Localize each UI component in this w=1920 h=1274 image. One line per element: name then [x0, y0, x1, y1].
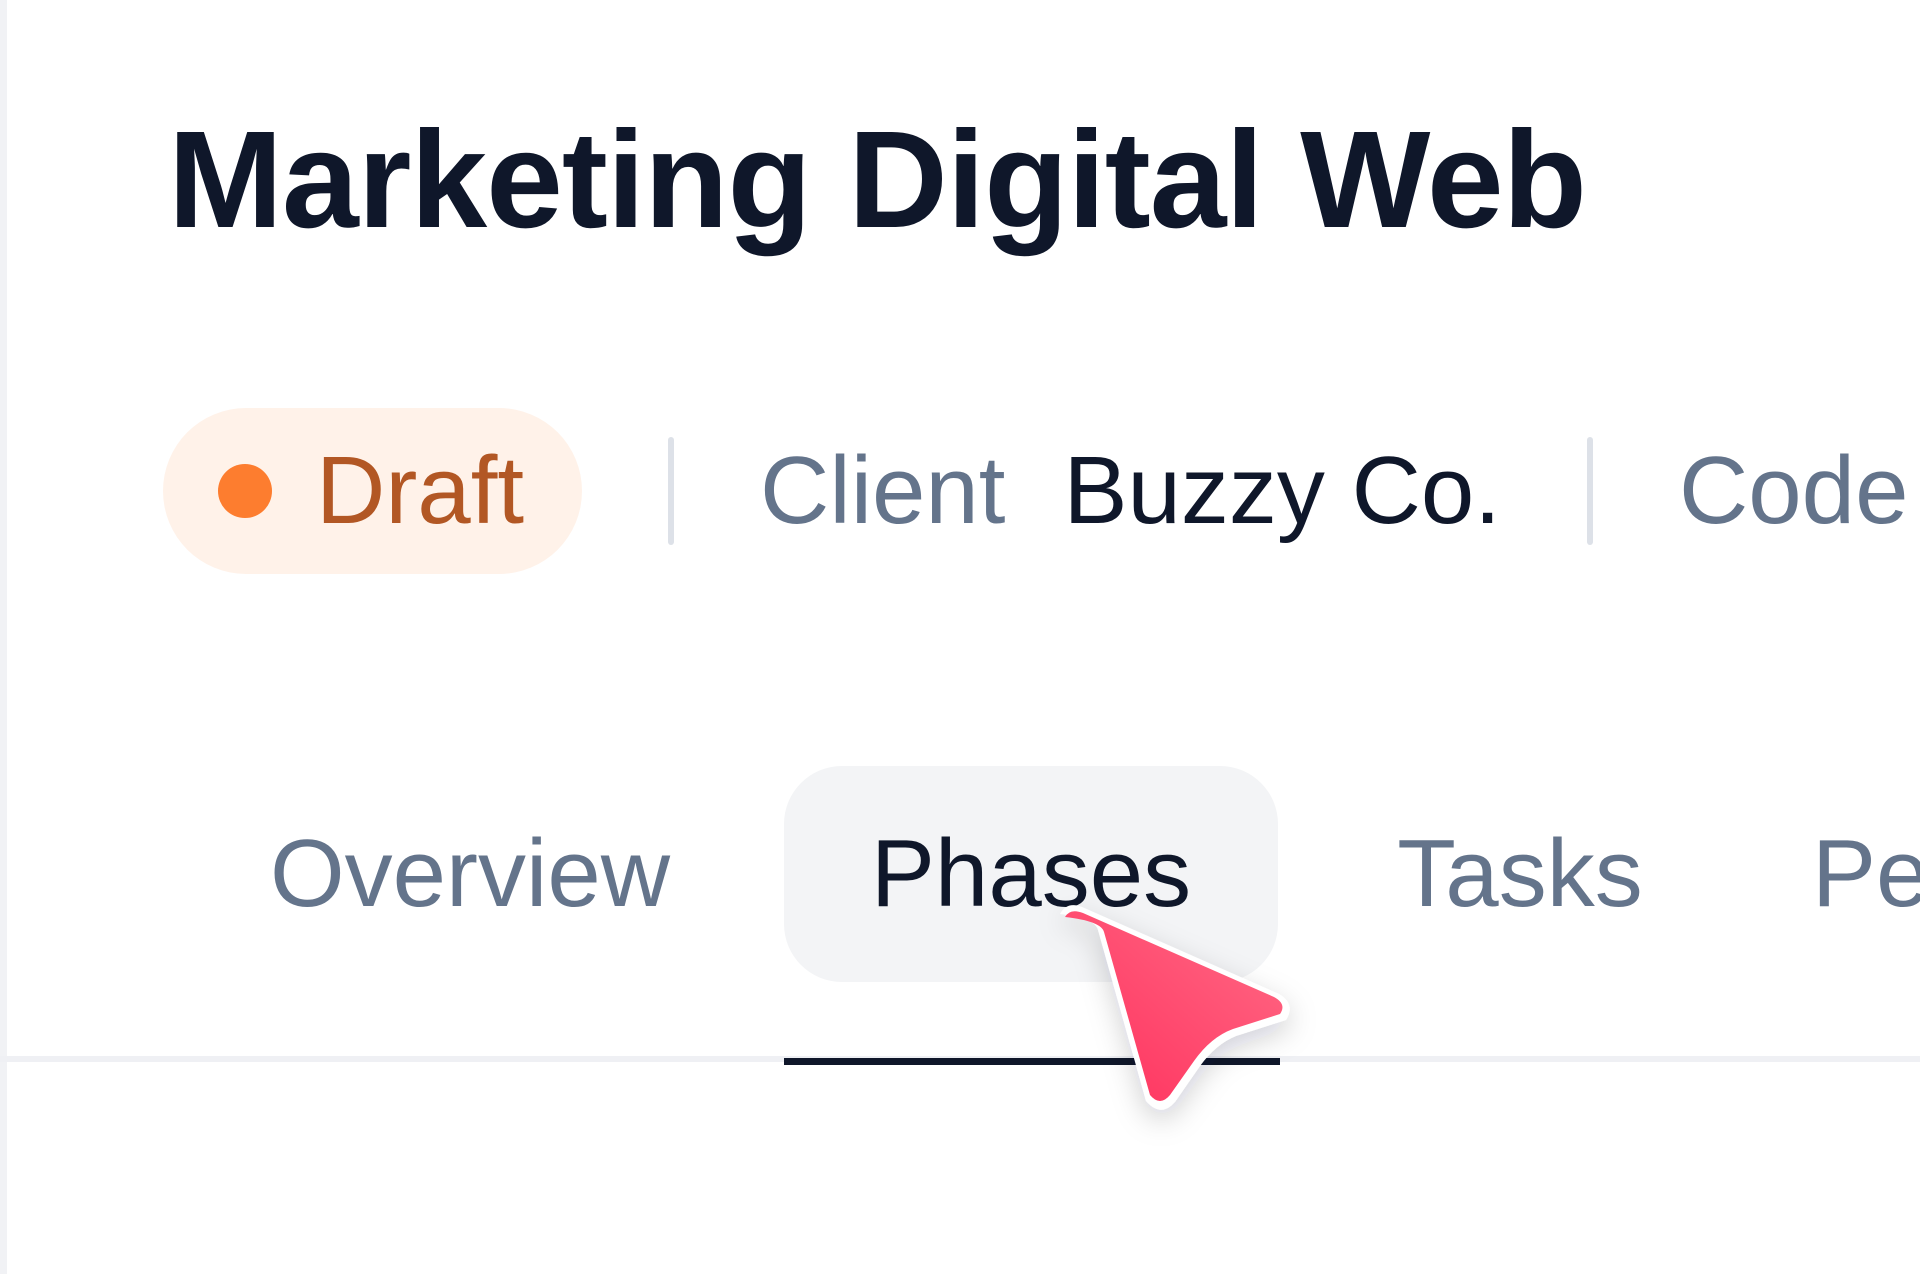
project-page: Marketing Digital Web Draft Client Buzzy… [0, 0, 1920, 1274]
project-meta-row: Draft Client Buzzy Co. Code [163, 408, 1920, 574]
active-tab-indicator [784, 1058, 1280, 1065]
sidebar-edge [0, 0, 7, 1274]
tab-bar: Overview Phases Tasks Pe [0, 760, 1920, 1060]
status-badge[interactable]: Draft [163, 408, 583, 574]
page-title: Marketing Digital Web [168, 103, 1587, 257]
meta-divider [668, 437, 675, 545]
code-key: Code [1678, 437, 1909, 544]
tab-partial[interactable]: Pe [1812, 766, 1920, 982]
tab-overview[interactable]: Overview [228, 766, 712, 982]
client-value: Buzzy Co. [1063, 437, 1501, 544]
status-dot-icon [218, 464, 272, 518]
tab-tasks[interactable]: Tasks [1360, 766, 1680, 982]
status-label: Draft [316, 437, 525, 544]
meta-divider [1586, 437, 1593, 545]
client-key: Client [760, 437, 1006, 544]
tab-phases[interactable]: Phases [784, 766, 1278, 982]
